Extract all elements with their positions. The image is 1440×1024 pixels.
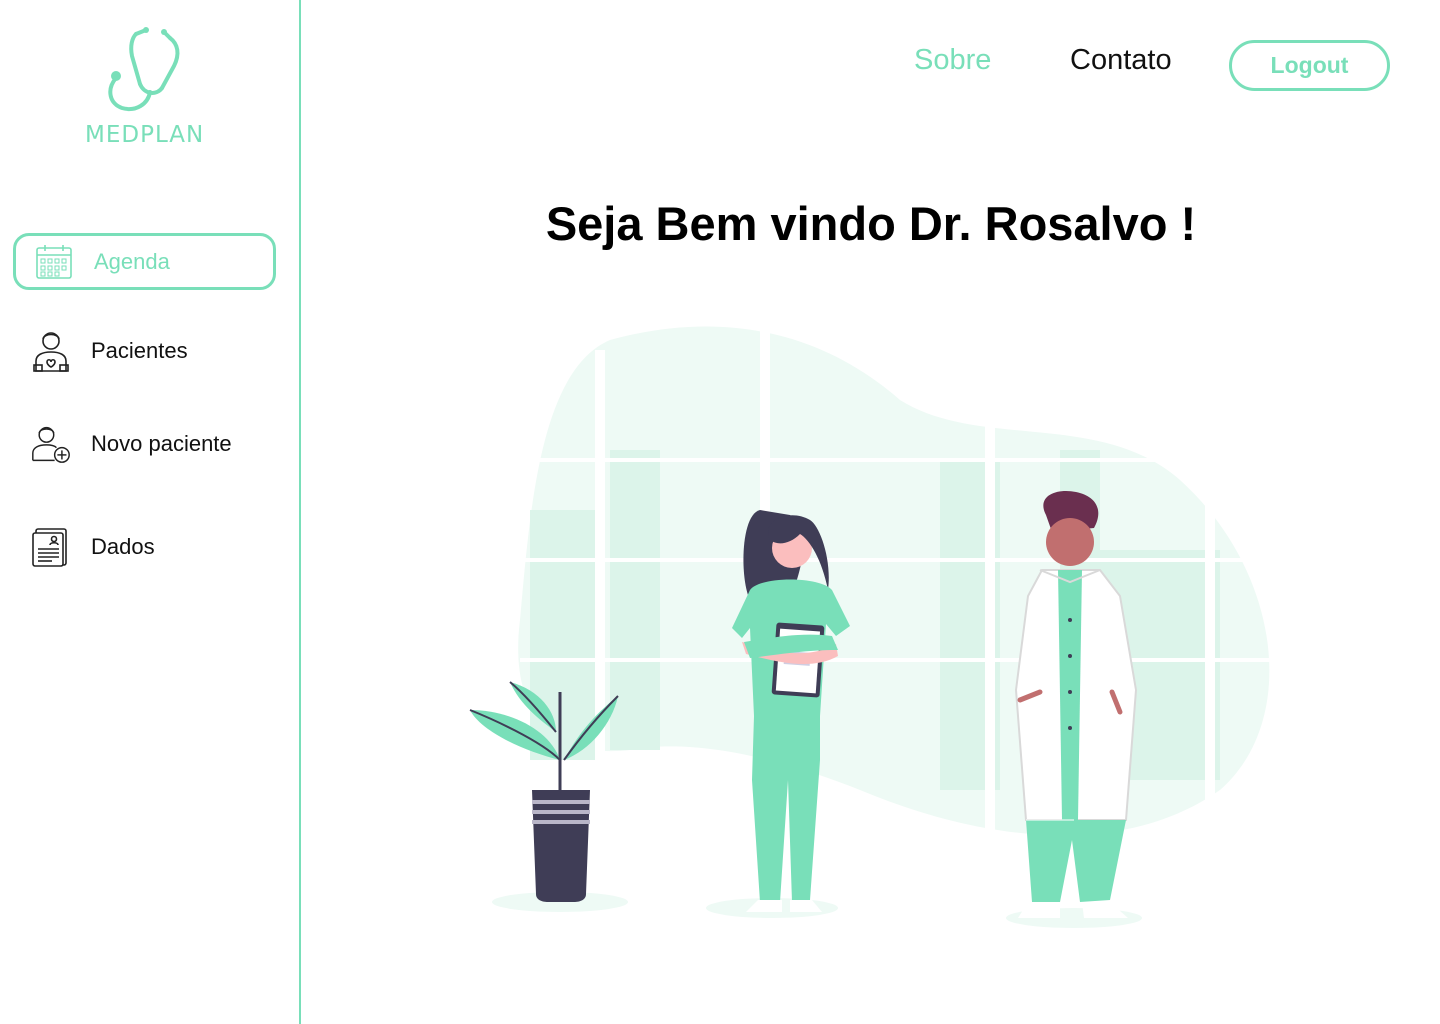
welcome-heading: Seja Bem vindo Dr. Rosalvo !	[545, 197, 1197, 250]
sidebar-item-label: Agenda	[94, 248, 170, 274]
logout-button[interactable]: Logout	[1229, 40, 1390, 91]
sidebar-item-label: Novo paciente	[91, 430, 232, 456]
sidebar-item-dados[interactable]: Dados	[13, 518, 276, 575]
sidebar-item-pacientes[interactable]: Pacientes	[13, 322, 276, 379]
nav-link-contato[interactable]: Contato	[1070, 44, 1172, 77]
document-icon	[31, 525, 71, 569]
brand-name: MEDPLAN	[85, 122, 205, 148]
add-patient-icon	[31, 422, 71, 466]
sidebar: MEDPLAN Agenda Pacientes Novo paciente D…	[0, 0, 301, 1024]
doctors-illustration	[460, 320, 1290, 940]
sidebar-item-label: Pacientes	[91, 337, 188, 363]
brand-logo[interactable]: MEDPLAN	[84, 26, 204, 150]
sidebar-item-label: Dados	[91, 533, 155, 559]
stethoscope-icon	[108, 27, 180, 111]
sidebar-item-novo-paciente[interactable]: Novo paciente	[13, 415, 276, 472]
calendar-icon	[34, 240, 74, 284]
nav-link-sobre[interactable]: Sobre	[914, 44, 991, 77]
patient-icon	[31, 329, 71, 373]
sidebar-item-agenda[interactable]: Agenda	[13, 233, 276, 290]
